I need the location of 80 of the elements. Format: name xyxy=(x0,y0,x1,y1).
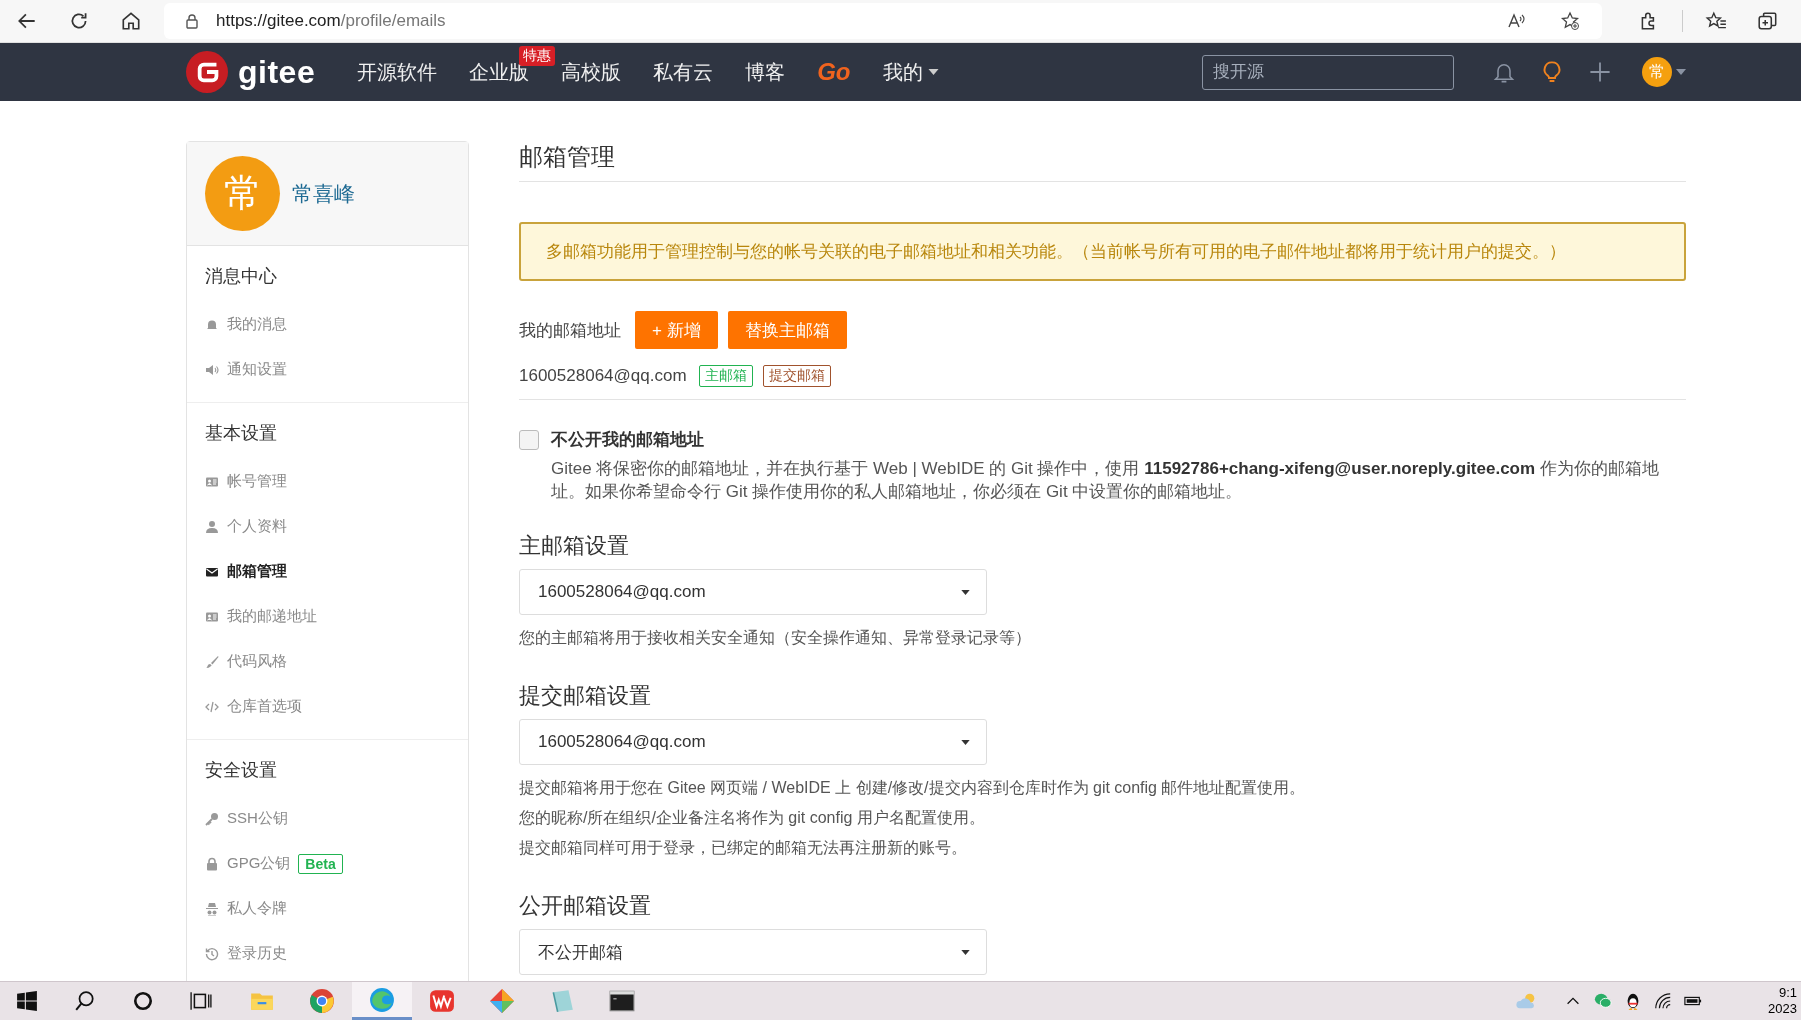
help-text: 提交邮箱同样可用于登录，已绑定的邮箱无法再注册新的账号。 xyxy=(519,838,968,858)
sidebar-item[interactable]: 通知设置 xyxy=(205,360,287,379)
circle-icon[interactable] xyxy=(132,990,154,1012)
sidebar-item[interactable]: 帐号管理 xyxy=(205,472,287,491)
nav-link[interactable]: 私有云 xyxy=(653,58,714,86)
code-icon xyxy=(205,699,219,714)
help-text: 您的昵称/所在组织/企业备注名将作为 git config 用户名配置使用。 xyxy=(519,808,986,828)
section-heading: 主邮箱设置 xyxy=(519,532,630,560)
sidebar-item[interactable]: SSH公钥 xyxy=(205,809,288,828)
lock-icon[interactable] xyxy=(184,13,200,29)
sidebar-item[interactable]: GPG公钥 xyxy=(205,854,291,873)
user-icon xyxy=(205,519,219,534)
sidebar-item[interactable]: 仓库首选项 xyxy=(205,697,302,716)
action-button[interactable]: 替换主邮箱 xyxy=(727,311,847,349)
sidebar-item[interactable]: 邮箱管理 xyxy=(205,562,287,581)
email-tag: 提交邮箱 xyxy=(762,365,831,387)
sidebar-item[interactable]: 私人令牌 xyxy=(205,899,287,918)
search-icon[interactable] xyxy=(74,990,96,1012)
action-button[interactable]: + 新增 xyxy=(635,311,718,349)
lock-icon xyxy=(205,856,219,871)
speaker-icon xyxy=(205,362,219,377)
nav-link[interactable]: 开源软件 xyxy=(357,58,438,86)
nav-dropdown[interactable]: 我的 xyxy=(882,58,939,86)
caret-icon xyxy=(927,69,939,75)
user-avatar[interactable]: 常 xyxy=(205,156,280,231)
nav-link[interactable]: Go xyxy=(817,58,851,86)
incognito-icon xyxy=(205,901,219,916)
privacy-description: Gitee 将保密你的邮箱地址，并在执行基于 Web | WebIDE 的 Git 操作中，使用 11592786+chang-xifeng@user.noreply.gitee.com 作为你的邮箱地址。如果你希望命令行 Git 操作使用你的私人邮箱地址，你必须在 Git 中设置你的邮箱地址。 xyxy=(551,458,1660,503)
task-view-icon[interactable] xyxy=(190,990,212,1012)
caret-icon xyxy=(961,739,970,745)
help-text: 您的主邮箱将用于接收相关安全通知（安全操作通知、异常登录记录等） xyxy=(519,628,1032,648)
brush-icon xyxy=(205,654,219,669)
search-field[interactable]: 搜开源 xyxy=(1202,54,1454,90)
logo-icon[interactable] xyxy=(186,51,228,93)
user-name-link[interactable]: 常喜峰 xyxy=(292,179,355,208)
beta-badge: Beta xyxy=(298,853,343,874)
sidebar-item[interactable]: 我的消息 xyxy=(205,315,287,334)
nav-link[interactable]: 博客 xyxy=(745,58,786,86)
section-heading: 公开邮箱设置 xyxy=(519,892,652,920)
home-icon[interactable] xyxy=(120,10,142,32)
dropdown-select[interactable]: 不公开邮箱 xyxy=(519,929,987,975)
email-tag: 主邮箱 xyxy=(698,365,753,387)
terminal-icon xyxy=(609,988,635,1014)
section-heading: 基本设置 xyxy=(205,422,278,445)
section-heading: 提交邮箱设置 xyxy=(519,682,652,710)
checkbox[interactable] xyxy=(519,430,539,450)
document-app-icon xyxy=(429,988,455,1014)
caret-icon xyxy=(961,949,970,955)
info-alert: 多邮箱功能用于管理控制与您的帐号关联的电子邮箱地址和相关功能。（当前帐号所有可用的电子邮件地址都将用于统计用户的提交。） xyxy=(519,222,1686,281)
section-heading: 消息中心 xyxy=(205,265,278,288)
user-avatar[interactable]: 常 xyxy=(1642,57,1672,87)
key-icon xyxy=(205,811,219,826)
caret-icon[interactable] xyxy=(1676,69,1686,75)
collections-icon[interactable] xyxy=(1757,10,1779,32)
address-bar[interactable]: https://gitee.com/profile/emails xyxy=(164,3,1602,39)
logo-text[interactable]: gitee xyxy=(238,53,316,91)
promo-badge: 特惠 xyxy=(519,45,556,66)
dropdown-select[interactable]: 1600528064@qq.com xyxy=(519,719,987,765)
wifi-icon[interactable] xyxy=(1654,992,1673,1010)
favorite-add-icon[interactable] xyxy=(1560,11,1580,31)
start-icon[interactable] xyxy=(16,990,38,1012)
browser-logo-icon xyxy=(309,988,335,1014)
nav-link[interactable]: 高校版 xyxy=(561,58,622,86)
clock-text[interactable]: 9:1 2023 xyxy=(1768,985,1797,1017)
checkbox-label[interactable]: 不公开我的邮箱地址 xyxy=(551,430,704,449)
email-list-label: 我的邮箱地址 xyxy=(519,319,621,342)
dropdown-select[interactable]: 1600528064@qq.com xyxy=(519,569,987,615)
email-address: 1600528064@qq.com xyxy=(519,366,687,386)
section-heading: 安全设置 xyxy=(205,759,278,782)
sidebar-item[interactable]: 代码风格 xyxy=(205,652,287,671)
caret-icon xyxy=(961,589,970,595)
sidebar-item[interactable]: 登录历史 xyxy=(205,944,287,963)
history-icon xyxy=(205,946,219,961)
plus-icon[interactable] xyxy=(1588,60,1612,84)
sidebar-item[interactable]: 我的邮递地址 xyxy=(205,607,317,626)
help-text: 提交邮箱将用于您在 Gitee 网页端 / WebIDE 上 创建/修改/提交内容到仓库时作为 git config 邮件地址配置使用。 xyxy=(519,778,1307,798)
sidebar-item[interactable]: 个人资料 xyxy=(205,517,287,536)
diamond-app-icon xyxy=(489,988,515,1014)
browser-wave-icon xyxy=(369,986,395,1013)
page-title: 邮箱管理 xyxy=(519,141,1686,182)
